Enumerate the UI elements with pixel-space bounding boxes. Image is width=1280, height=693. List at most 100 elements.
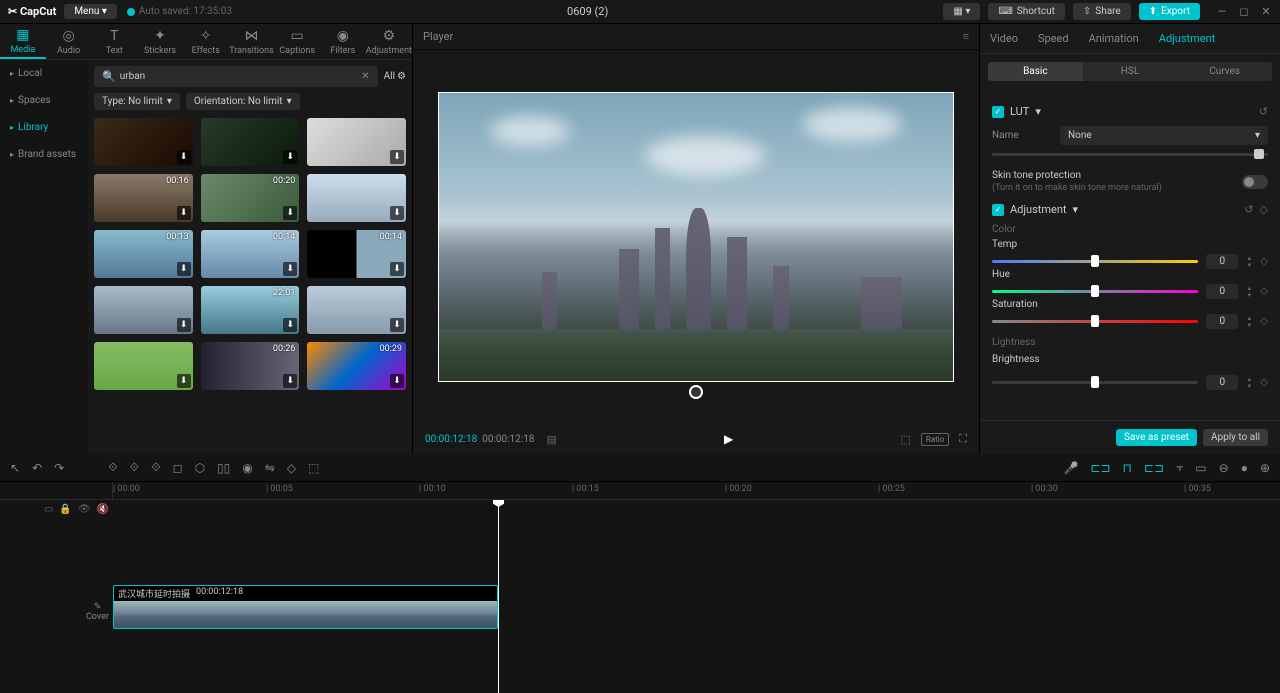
zoom-slider[interactable]: ● (1241, 461, 1248, 475)
share-button[interactable]: ⇧ Share (1073, 3, 1131, 20)
preview-icon[interactable]: ▭ (1195, 461, 1206, 475)
brightness-keyframe-icon[interactable]: ◇ (1260, 377, 1268, 388)
brightness-value[interactable]: 0 (1206, 375, 1238, 390)
hue-keyframe-icon[interactable]: ◇ (1260, 286, 1268, 297)
media-thumb[interactable]: 00:14⬇ (201, 230, 300, 278)
download-icon[interactable]: ⬇ (390, 262, 404, 276)
media-thumb[interactable]: ⬇ (307, 286, 406, 334)
shield-icon[interactable]: ⬡ (195, 461, 205, 475)
frame-icon[interactable]: ▤ (546, 433, 556, 446)
top-tab-effects[interactable]: ✧Effects (183, 24, 229, 59)
export-button[interactable]: ⬆ Export (1139, 3, 1200, 20)
track-lock-icon[interactable]: 🔒 (59, 504, 71, 515)
nav-brand-assets[interactable]: ▸Brand assets (0, 141, 88, 168)
scan-icon[interactable]: ⬚ (900, 433, 910, 446)
top-tab-media[interactable]: ▦Media (0, 24, 46, 59)
saturation-keyframe-icon[interactable]: ◇ (1260, 316, 1268, 327)
filter-all-button[interactable]: All ⚙ (384, 71, 406, 82)
right-tab-adjustment[interactable]: Adjustment (1149, 24, 1226, 53)
nav-library[interactable]: ▸Library (0, 114, 88, 141)
hue-value[interactable]: 0 (1206, 284, 1238, 299)
save-preset-button[interactable]: Save as preset (1116, 429, 1197, 446)
track-mute-icon[interactable]: 🔇 (97, 504, 109, 515)
search-clear-icon[interactable]: ✕ (361, 71, 369, 82)
lut-checkbox[interactable]: ✓ (992, 106, 1004, 118)
brightness-stepper[interactable]: ▲▼ (1246, 376, 1252, 390)
media-thumb[interactable]: ⬇ (94, 118, 193, 166)
download-icon[interactable]: ⬇ (177, 150, 191, 164)
top-tab-text[interactable]: TText (91, 24, 137, 59)
split-left-icon[interactable]: ⟐ (130, 460, 139, 475)
layout-icon[interactable]: ▦ ▾ (943, 3, 980, 20)
rotate-handle-icon[interactable] (689, 385, 703, 399)
adj-reset-icon[interactable]: ↺ (1244, 203, 1253, 216)
split-right-icon[interactable]: ⟐ (151, 460, 160, 475)
temp-value[interactable]: 0 (1206, 254, 1238, 269)
crop-icon[interactable]: ◻ (173, 461, 183, 475)
download-icon[interactable]: ⬇ (177, 262, 191, 276)
download-icon[interactable]: ⬇ (390, 374, 404, 388)
media-thumb[interactable]: 00:29⬇ (307, 342, 406, 390)
download-icon[interactable]: ⬇ (283, 374, 297, 388)
close-icon[interactable]: ✕ (1260, 6, 1272, 18)
download-icon[interactable]: ⬇ (177, 318, 191, 332)
top-tab-audio[interactable]: ◎Audio (46, 24, 92, 59)
play-button[interactable]: ▶ (724, 432, 733, 446)
right-tab-animation[interactable]: Animation (1079, 24, 1149, 53)
tone-toggle[interactable] (1242, 175, 1268, 189)
download-icon[interactable]: ⬇ (390, 318, 404, 332)
magnet-icon[interactable]: ⊓ (1123, 461, 1132, 475)
media-thumb[interactable]: ⬇ (307, 118, 406, 166)
filter-type[interactable]: Type: No limit ▾ (94, 93, 180, 110)
sub-tab-hsl[interactable]: HSL (1083, 62, 1178, 81)
video-clip[interactable]: 武汉城市延时拍摄 00:00:12:18 (113, 585, 498, 629)
lut-reset-icon[interactable]: ↺ (1259, 105, 1268, 118)
media-thumb[interactable]: 00:16⬇ (94, 174, 193, 222)
media-thumb[interactable]: ⬇ (94, 286, 193, 334)
redo-icon[interactable]: ↷ (54, 461, 64, 475)
saturation-stepper[interactable]: ▲▼ (1246, 315, 1252, 329)
top-tab-transitions[interactable]: ⋈Transitions (229, 24, 275, 59)
track-eye-icon[interactable]: 👁 (78, 504, 91, 515)
media-thumb[interactable]: 00:14⬇ (307, 230, 406, 278)
download-icon[interactable]: ⬇ (177, 206, 191, 220)
rotate-icon[interactable]: ◇ (287, 461, 296, 475)
search-input[interactable] (120, 71, 358, 82)
top-tab-filters[interactable]: ◉Filters (320, 24, 366, 59)
mirror-icon[interactable]: ▯▯ (217, 461, 230, 475)
temp-stepper[interactable]: ▲▼ (1246, 255, 1252, 269)
magnet-left-icon[interactable]: ⊏⊐ (1090, 461, 1110, 475)
temp-keyframe-icon[interactable]: ◇ (1260, 256, 1268, 267)
download-icon[interactable]: ⬇ (283, 318, 297, 332)
top-tab-stickers[interactable]: ✦Stickers (137, 24, 183, 59)
ratio-button[interactable]: Ratio (921, 433, 949, 446)
download-icon[interactable]: ⬇ (177, 374, 191, 388)
saturation-value[interactable]: 0 (1206, 314, 1238, 329)
search-box[interactable]: 🔍 ✕ (94, 66, 378, 87)
apply-all-button[interactable]: Apply to all (1203, 429, 1268, 446)
zoom-in-icon[interactable]: ⊕ (1260, 461, 1270, 475)
media-thumb[interactable]: ⬇ (201, 118, 300, 166)
adj-keyframe-icon[interactable]: ◇ (1260, 203, 1268, 216)
sub-tab-curves[interactable]: Curves (1177, 62, 1272, 81)
menu-button[interactable]: Menu ▾ (64, 4, 117, 19)
right-tab-speed[interactable]: Speed (1028, 24, 1079, 53)
temp-slider[interactable] (992, 260, 1198, 263)
zoom-out-icon[interactable]: ⊖ (1219, 461, 1229, 475)
media-thumb[interactable]: 00:20⬇ (201, 174, 300, 222)
split-icon[interactable]: ⟐ (108, 460, 117, 475)
lut-intensity-slider[interactable] (992, 153, 1268, 156)
crop2-icon[interactable]: ⬚ (308, 461, 319, 475)
brightness-slider[interactable] (992, 381, 1198, 384)
filter-orientation[interactable]: Orientation: No limit ▾ (186, 93, 300, 110)
pointer-tool-icon[interactable]: ↖ (10, 461, 20, 475)
media-thumb[interactable]: 00:13⬇ (94, 230, 193, 278)
hue-stepper[interactable]: ▲▼ (1246, 285, 1252, 299)
mic-icon[interactable]: 🎤 (1063, 461, 1078, 475)
media-thumb[interactable]: ⬇ (94, 342, 193, 390)
align-icon[interactable]: ⫟ (1176, 460, 1183, 475)
media-thumb[interactable]: ⬇ (307, 174, 406, 222)
media-thumb[interactable]: 22:01⬇ (201, 286, 300, 334)
nav-local[interactable]: ▸Local (0, 60, 88, 87)
lut-select[interactable]: None▾ (1060, 126, 1268, 145)
